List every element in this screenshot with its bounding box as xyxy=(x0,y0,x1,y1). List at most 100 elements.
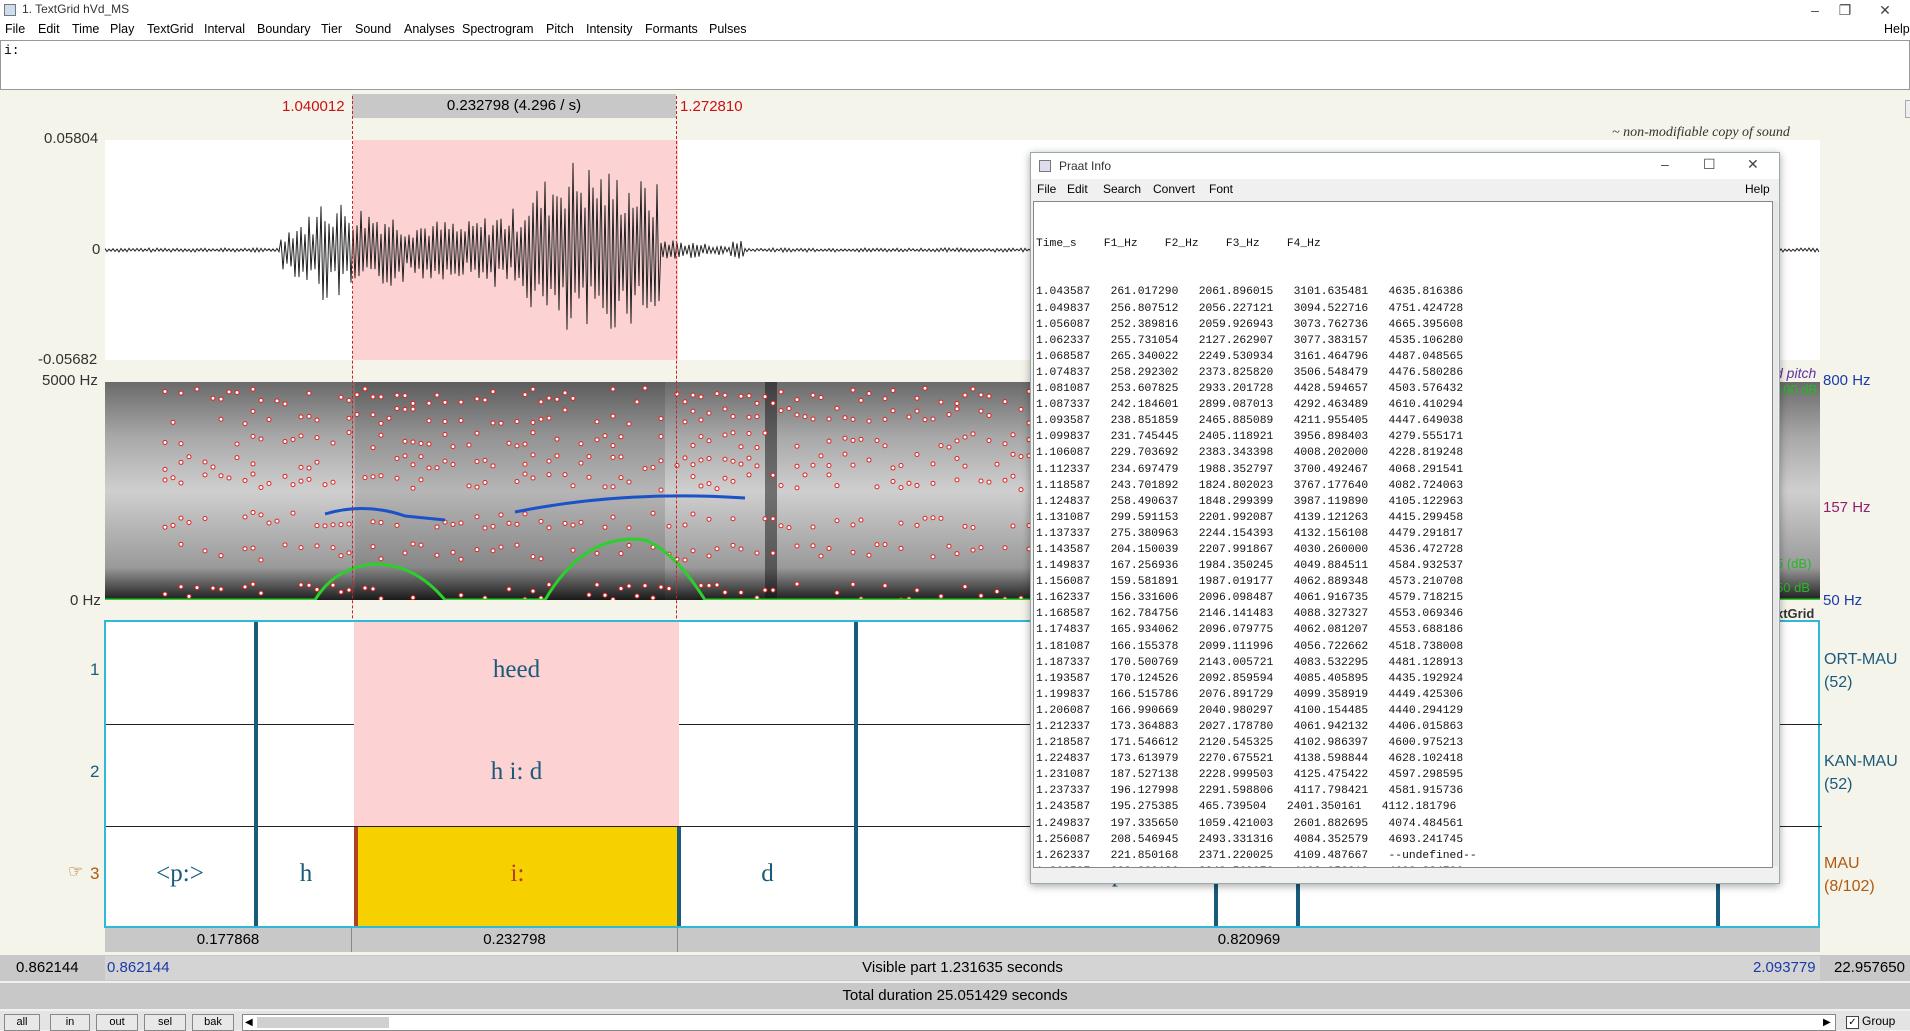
praat-info-text-area[interactable]: Time_s F1_Hz F2_Hz F3_Hz F4_Hz 1.043587 … xyxy=(1033,201,1773,868)
menu-spectrogram[interactable]: Spectrogram xyxy=(462,22,534,36)
menu-tier[interactable]: Tier xyxy=(321,22,342,36)
tier3-interval-text[interactable]: <p:> xyxy=(106,860,254,888)
praat-info-minimize-icon[interactable]: – xyxy=(1661,156,1669,172)
menu-intensity[interactable]: Intensity xyxy=(586,22,633,36)
praat-info-titlebar[interactable]: Praat Info – ☐ ✕ xyxy=(1031,153,1779,179)
praat-info-close-icon[interactable]: ✕ xyxy=(1747,156,1759,173)
formant-dot xyxy=(290,437,296,443)
formant-dot xyxy=(810,392,816,398)
formant-dot xyxy=(466,483,472,489)
tier3-name[interactable]: MAU xyxy=(1824,855,1860,873)
formant-dot xyxy=(314,459,320,465)
formant-dot xyxy=(346,521,352,527)
horizontal-scrollbar[interactable]: ◀ ▶ xyxy=(242,1014,1836,1031)
sound-ymax: 0.05804 xyxy=(44,130,99,147)
formant-dot xyxy=(642,385,648,391)
minimize-icon[interactable]: – xyxy=(1800,0,1830,20)
praat-info-row: 1.187337 170.500769 2143.005721 4083.532… xyxy=(1036,656,1464,669)
zoom-all-button[interactable]: all xyxy=(4,1014,40,1031)
formant-dot xyxy=(746,430,752,436)
menu-play[interactable]: Play xyxy=(110,22,134,36)
formant-dot xyxy=(562,520,568,526)
tier3-interval-text[interactable]: h xyxy=(258,860,354,888)
menu-interval[interactable]: Interval xyxy=(204,22,245,36)
zoom-sel-button[interactable]: sel xyxy=(144,1014,186,1031)
praat-info-scrollbar[interactable] xyxy=(1773,201,1778,866)
zoom-out-button[interactable]: out xyxy=(96,1014,138,1031)
formant-dot xyxy=(578,519,584,525)
praat-info-window[interactable]: Praat Info – ☐ ✕ File Edit Search Conver… xyxy=(1030,152,1780,884)
formant-dot xyxy=(962,463,968,469)
menu-sound[interactable]: Sound xyxy=(355,22,391,36)
formant-dot xyxy=(210,585,216,591)
pitch-mid-label: 157 Hz xyxy=(1823,499,1871,516)
formant-dot xyxy=(530,419,536,425)
menu-boundary[interactable]: Boundary xyxy=(257,22,311,36)
formant-dot xyxy=(1010,523,1016,529)
formant-dot xyxy=(770,516,776,522)
praat-info-menu-file[interactable]: File xyxy=(1037,182,1056,196)
duration-selected[interactable]: 0.232798 xyxy=(352,928,678,952)
visible-window[interactable]: 0.862144 Visible part 1.231635 seconds 2… xyxy=(105,956,1820,980)
praat-info-menu-edit[interactable]: Edit xyxy=(1067,182,1088,196)
restore-icon[interactable]: ❐ xyxy=(1830,0,1860,20)
scroll-left-icon[interactable]: ◀ xyxy=(245,1015,253,1030)
formant-dot xyxy=(954,551,960,557)
praat-info-menu-convert[interactable]: Convert xyxy=(1153,182,1195,196)
tier1-name[interactable]: ORT-MAU xyxy=(1824,651,1897,669)
total-bar[interactable]: Total duration 25.051429 seconds xyxy=(0,983,1910,1009)
formant-dot xyxy=(930,515,936,521)
formant-dot xyxy=(826,545,832,551)
formant-dot xyxy=(514,479,520,485)
duration-right[interactable]: 0.820969 xyxy=(678,928,1820,952)
group-checkbox[interactable]: ✓ xyxy=(1846,1016,1859,1029)
duration-left[interactable]: 0.177868 xyxy=(105,928,352,952)
right-scroll-stub[interactable] xyxy=(1905,100,1910,118)
praat-info-menu-font[interactable]: Font xyxy=(1209,182,1233,196)
formant-dot xyxy=(986,393,992,399)
formant-dot xyxy=(426,400,432,406)
formant-dot xyxy=(730,542,736,548)
tier3-interval-text[interactable]: i: xyxy=(358,860,677,888)
scroll-right-icon[interactable]: ▶ xyxy=(1823,1015,1831,1030)
scroll-thumb[interactable] xyxy=(257,1017,389,1028)
formant-dot xyxy=(842,415,848,421)
formant-dot xyxy=(850,581,856,587)
close-icon[interactable]: ✕ xyxy=(1870,0,1900,20)
formant-dot xyxy=(842,435,848,441)
selection-duration-bar[interactable]: 0.232798 (4.296 / s) xyxy=(352,94,676,118)
formant-dot xyxy=(546,395,552,401)
zoom-back-button[interactable]: bak xyxy=(192,1014,234,1031)
formant-dot xyxy=(394,475,400,481)
tier2-name[interactable]: KAN-MAU xyxy=(1824,753,1898,771)
interval-text-field[interactable]: i: xyxy=(0,40,1910,90)
formant-dot xyxy=(546,525,552,531)
praat-info-menu-help[interactable]: Help xyxy=(1745,182,1770,196)
zoom-in-button[interactable]: in xyxy=(50,1014,90,1031)
formant-dot xyxy=(426,465,432,471)
menu-time[interactable]: Time xyxy=(72,22,99,36)
formant-dot xyxy=(938,593,944,599)
praat-info-menu-search[interactable]: Search xyxy=(1103,182,1141,196)
menu-formants[interactable]: Formants xyxy=(645,22,698,36)
formant-dot xyxy=(826,462,832,468)
tier2-interval-text[interactable]: h i: d xyxy=(354,758,679,786)
menu-file[interactable]: File xyxy=(5,22,25,36)
formant-dot xyxy=(218,473,224,479)
formant-dot xyxy=(914,451,920,457)
menu-help[interactable]: Help xyxy=(1884,22,1910,36)
menu-edit[interactable]: Edit xyxy=(38,22,60,36)
tier1-interval-text[interactable]: heed xyxy=(354,656,679,684)
menu-pitch[interactable]: Pitch xyxy=(546,22,574,36)
duration-bar[interactable]: 0.177868 0.232798 0.820969 xyxy=(105,928,1820,952)
sound-zero: 0 xyxy=(92,241,101,258)
formant-dot xyxy=(530,430,536,436)
tier3-interval-text[interactable]: d xyxy=(681,860,854,888)
visible-bar[interactable]: 0.862144 0.862144 Visible part 1.231635 … xyxy=(0,955,1910,981)
formant-dot xyxy=(810,462,816,468)
menu-pulses[interactable]: Pulses xyxy=(709,22,747,36)
menu-analyses[interactable]: Analyses xyxy=(404,22,455,36)
praat-info-maximize-icon[interactable]: ☐ xyxy=(1703,156,1716,173)
formant-dot xyxy=(618,585,624,591)
menu-textgrid[interactable]: TextGrid xyxy=(147,22,194,36)
